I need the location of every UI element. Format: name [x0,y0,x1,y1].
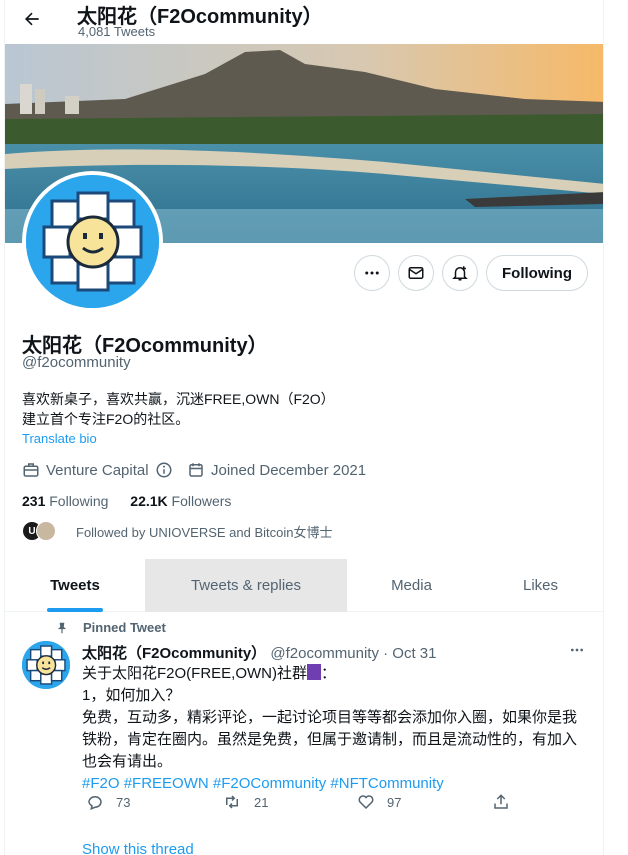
tweet-line: 铁粉，肯定在圈内。虽然是免费，但属于邀请制，而且是流动性的，有加入 [82,731,578,748]
tweet-handle-time[interactable]: @f2ocommunity · Oct 31 [270,645,436,662]
active-tab-indicator [47,608,103,612]
following-count-link[interactable]: 231 Following [22,493,108,509]
retweet-count: 21 [254,794,269,810]
hashtag-link[interactable]: #NFTCommunity [330,775,443,792]
profile-column: 太阳花（F2Ocommunity） 4,081 Tweets Following… [4,0,604,855]
tab-tweets[interactable]: Tweets [5,559,145,612]
profile-bio: 喜欢新桌子，喜欢共赢，沉迷FREE,OWN（F2O） 建立首个专注F2O的社区。 [22,389,582,429]
tab-tweets-replies[interactable]: Tweets & replies [145,559,347,612]
following-count: 231 [22,493,46,509]
tweet-text: 关于太阳花F2O(FREE,OWN)社群 ： 1，如何加入？ 免费，互动多，精彩评… [82,663,592,795]
notifications-button[interactable] [442,255,478,291]
hashtag-link[interactable]: #F2OCommunity [213,775,326,792]
arrow-left-icon [25,12,39,26]
tweet-line-text: 关于太阳花F2O(FREE,OWN)社群 [82,665,307,682]
followed-by-text: Followed by UNIOVERSE and Bitcoin女博士 [76,524,333,540]
tweet-author[interactable]: 太阳花（F2Ocommunity） [82,645,266,662]
reply-icon [88,796,102,810]
envelope-icon [408,267,424,279]
tab-label: Likes [522,577,559,594]
tab-likes[interactable]: Likes [476,559,603,612]
bell-plus-icon [452,266,468,281]
like-count: 97 [387,794,402,810]
joined-label: Joined December 2021 [211,461,367,479]
followers-label: Followers [171,493,232,509]
tweet-line: 免费，互动多，精彩评论，一起讨论项目等等都会添加你入圈，如果你是我 [82,709,578,726]
tweet-more-button[interactable] [565,640,589,660]
followed-by[interactable]: U Followed by UNIOVERSE and Bitcoin女博士 [22,520,332,542]
bio-line: 喜欢新桌子，喜欢共赢，沉迷FREE,OWN（F2O） [22,391,335,407]
followers-count: 22.1K [130,493,168,509]
tweet-line: 关于太阳花F2O(FREE,OWN)社群 ： [82,663,592,685]
reply-count: 73 [116,794,131,810]
profile-tabs: Tweets Tweets & replies Media Likes [5,559,603,612]
more-horizontal-icon [365,271,379,275]
tab-media[interactable]: Media [347,559,476,612]
emoji-icon [307,664,321,680]
tweet-header: 太阳花（F2Ocommunity） @f2ocommunity · Oct 31 [82,642,436,663]
tweet-line: 1，如何加入？ [82,687,181,704]
back-button[interactable] [17,4,47,34]
follower-avatar [36,521,56,541]
tweet-count: 4,081 Tweets [78,24,156,39]
profile-joined: Joined December 2021 [187,460,366,480]
pinned-text: Pinned Tweet [83,620,166,635]
like-button[interactable]: 97 [357,793,401,811]
hashtag-link[interactable]: #F2O [82,775,120,792]
tweet-line-text: ： [321,665,337,682]
follow-counts: 231 Following 22.1K Followers [22,493,231,509]
following-button[interactable]: Following [486,255,588,291]
share-button[interactable] [492,793,522,811]
tweet-line: 也会有请出。 [82,753,173,770]
bio-line: 建立首个专注F2O的社区。 [22,411,190,427]
top-bar: 太阳花（F2Ocommunity） 4,081 Tweets [5,0,603,44]
pin-icon [57,622,67,633]
info-icon[interactable] [155,461,173,479]
followers-count-link[interactable]: 22.1K Followers [130,493,231,509]
tab-label: Tweets & replies [190,577,302,594]
retweet-button[interactable]: 21 [222,793,268,811]
tab-label: Media [391,577,432,594]
retweet-icon [226,795,238,809]
message-button[interactable] [398,255,434,291]
hashtag-link[interactable]: #FREEOWN [124,775,209,792]
category-label: Venture Capital [46,461,149,479]
calendar-icon [189,463,203,477]
translate-bio-link[interactable]: Translate bio [22,431,97,446]
profile-category: Venture Capital [22,460,179,480]
following-label: Following [49,493,109,509]
tab-label: Tweets [50,577,100,594]
more-horizontal-icon [571,648,583,652]
show-thread-link[interactable]: Show this thread [82,841,194,855]
reply-button[interactable]: 73 [86,793,130,811]
tweet-hashtags: #F2O #FREEOWN #F2OCommunity #NFTCommunit… [82,773,592,795]
tweet-actions: 73 21 97 [82,793,512,815]
briefcase-icon [23,463,39,477]
share-icon [494,794,508,809]
more-options-button[interactable] [354,255,390,291]
heart-icon [358,795,374,810]
pinned-tweet-label: Pinned Tweet [55,620,166,635]
profile-avatar[interactable] [22,171,163,312]
profile-handle: @f2ocommunity [22,354,131,371]
tweet-avatar[interactable] [22,641,70,689]
